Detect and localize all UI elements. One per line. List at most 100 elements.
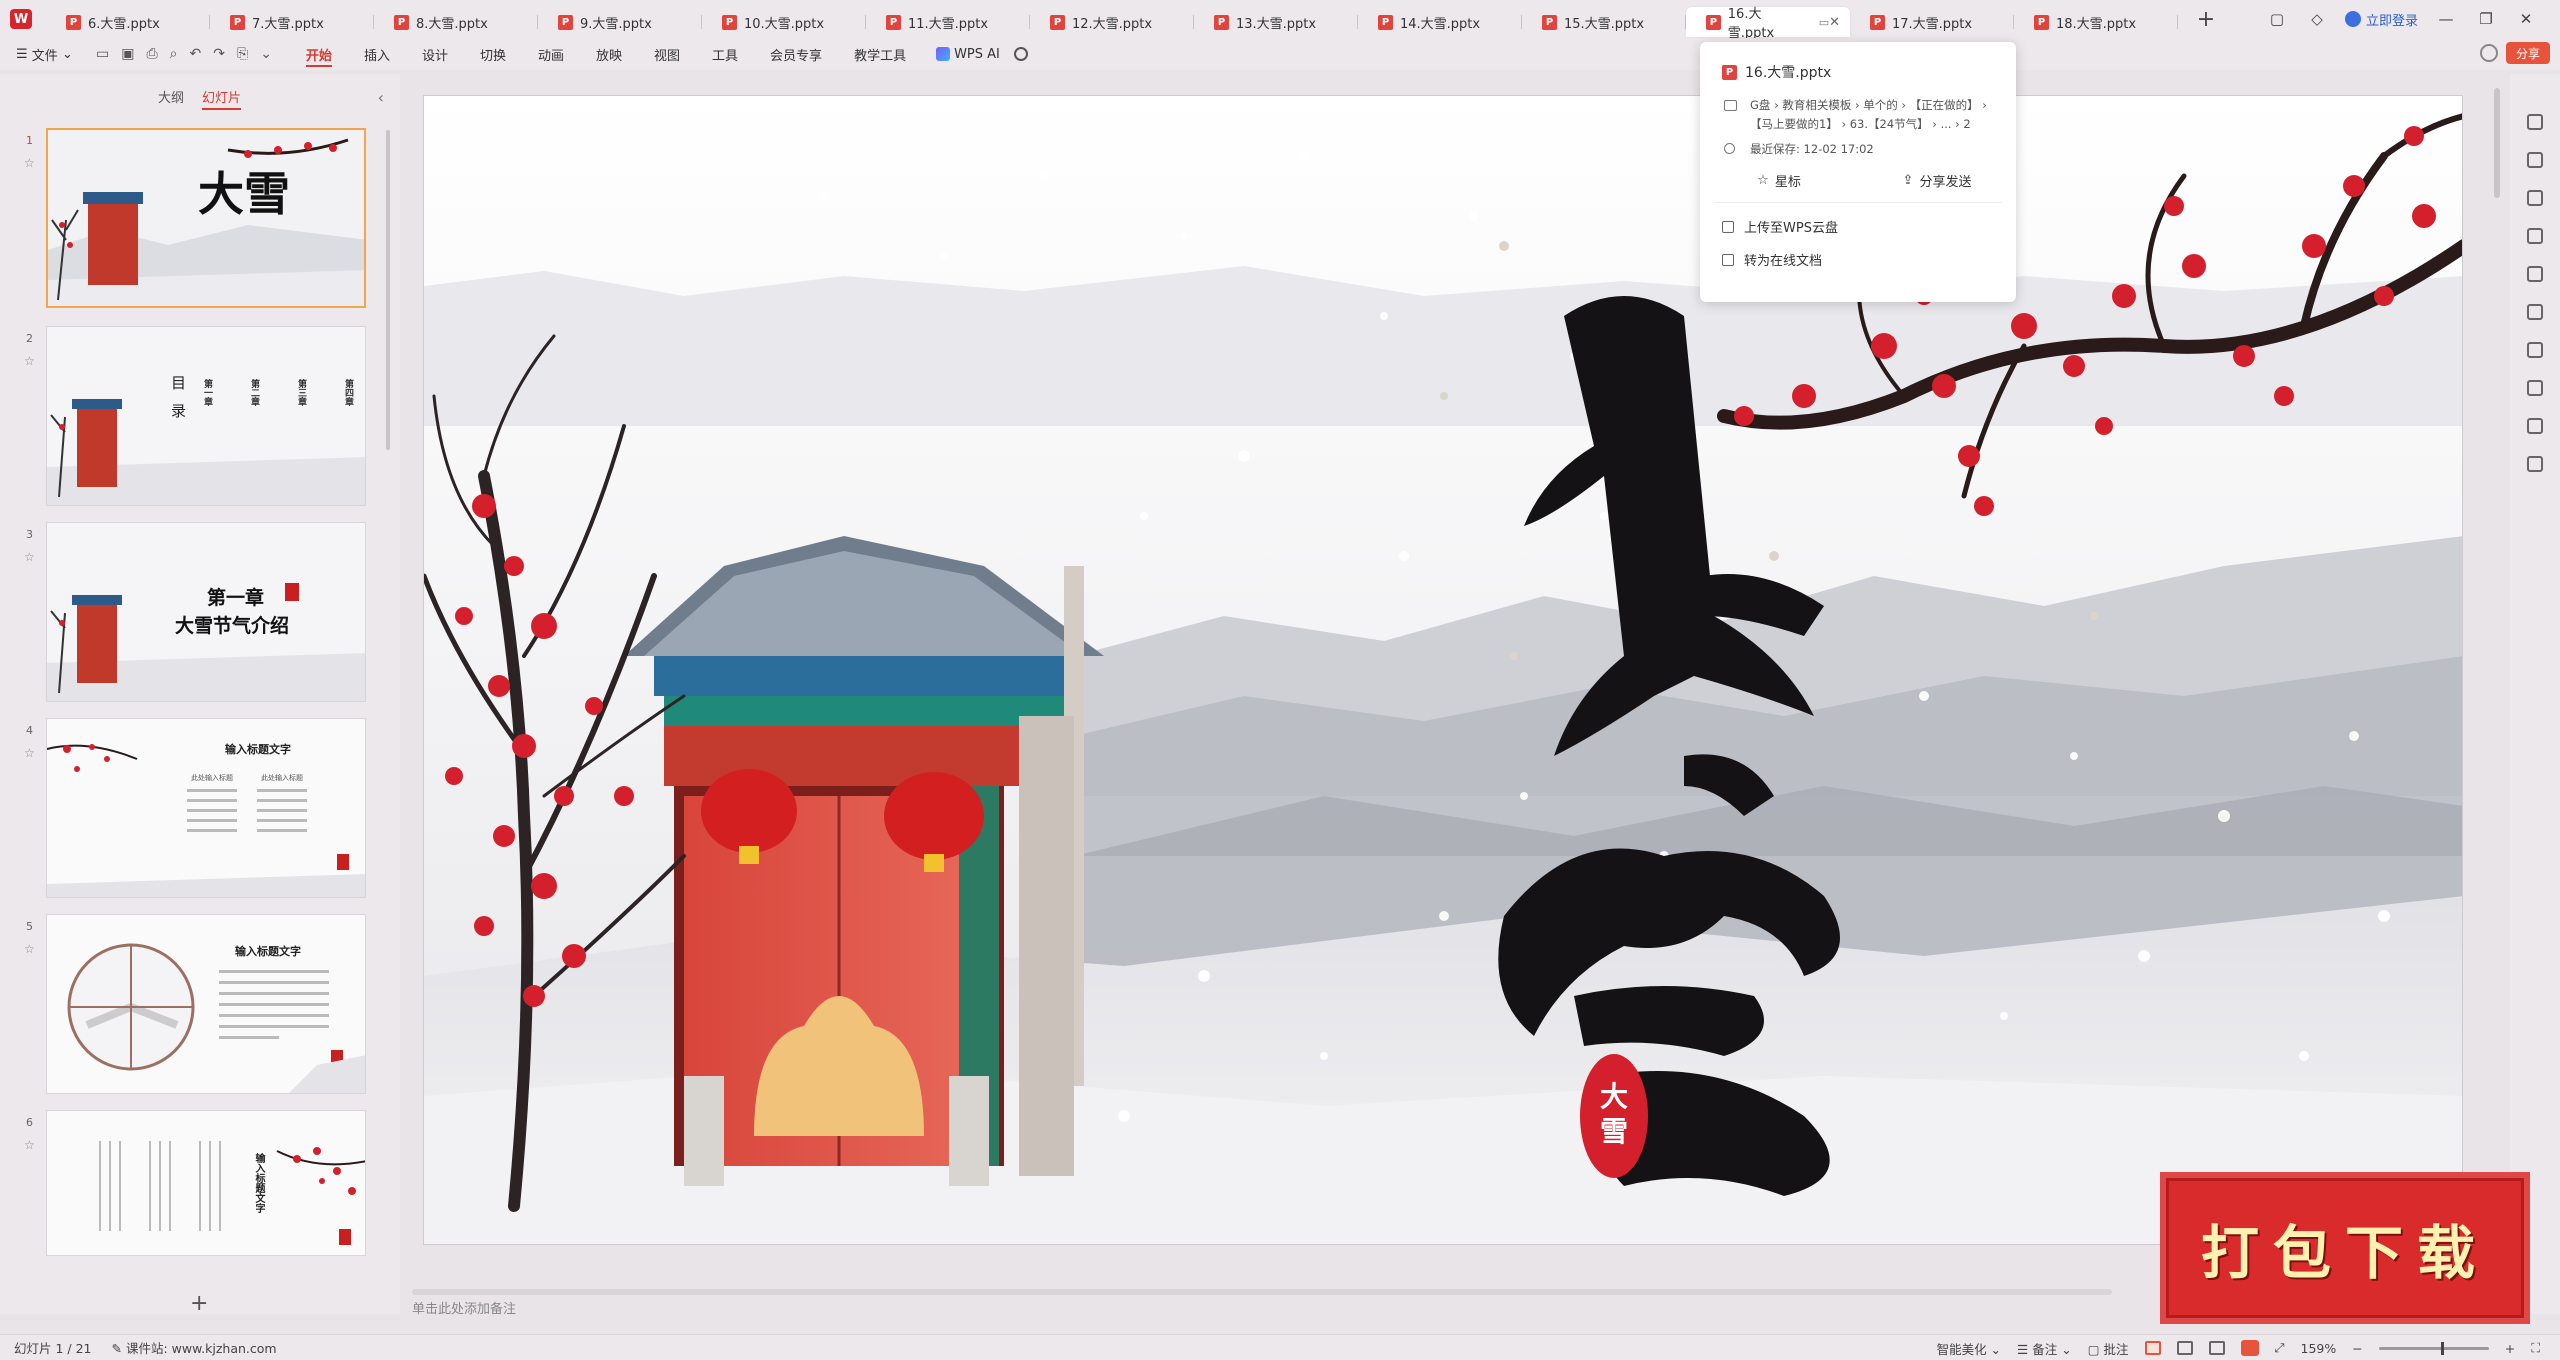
slide-6-preview bbox=[47, 1111, 365, 1255]
star-icon[interactable]: ☆ bbox=[24, 354, 35, 368]
share-send-button[interactable]: ⇪ 分享发送 bbox=[1858, 171, 2016, 190]
format-painter-icon[interactable]: ⎘ bbox=[237, 46, 248, 62]
normal-view-icon[interactable] bbox=[2144, 1341, 2161, 1355]
tab-label: 6.大雪.pptx bbox=[88, 16, 160, 32]
star-icon[interactable]: ☆ bbox=[24, 1138, 35, 1152]
tab-16-大雪-pptx[interactable]: P 16.大雪.pptx ▭ ✕ bbox=[1686, 7, 1850, 41]
menu-tab[interactable]: 插入 bbox=[348, 38, 406, 70]
comments-button[interactable]: ▢ 批注 bbox=[2088, 1339, 2129, 1358]
monitor-icon[interactable]: ▭ bbox=[1819, 16, 1829, 29]
tab-8-大雪-pptx[interactable]: P 8.大雪.pptx bbox=[374, 7, 538, 37]
tab-14-大雪-pptx[interactable]: P 14.大雪.pptx bbox=[1358, 7, 1522, 37]
search-icon[interactable] bbox=[1013, 47, 1028, 61]
fit-window-icon[interactable]: ⤢ bbox=[2275, 1340, 2285, 1356]
editor-vertical-scrollbar[interactable] bbox=[2494, 88, 2500, 198]
tab-9-大雪-pptx[interactable]: P 9.大雪.pptx bbox=[538, 7, 702, 37]
notes-area[interactable]: 单击此处添加备注 bbox=[400, 1296, 2300, 1318]
help-icon[interactable] bbox=[2527, 418, 2543, 434]
tab-10-大雪-pptx[interactable]: P 10.大雪.pptx bbox=[702, 7, 866, 37]
star-icon[interactable]: ☆ bbox=[24, 942, 35, 956]
convert-online-doc-item[interactable]: 转为在线文档 bbox=[1700, 236, 2016, 269]
share-button[interactable]: 分享 bbox=[2505, 42, 2550, 64]
file-menu[interactable]: ☰ 文件 ⌄ bbox=[0, 45, 96, 64]
print-icon[interactable]: ⎙ bbox=[146, 46, 157, 62]
tab-slides[interactable]: 幻灯片 bbox=[202, 84, 242, 110]
menu-tab[interactable]: 开始 bbox=[290, 38, 348, 70]
play-slideshow-icon[interactable] bbox=[2240, 1340, 2259, 1356]
restore-button[interactable]: ❐ bbox=[2474, 10, 2498, 28]
menu-tab[interactable]: 工具 bbox=[696, 38, 754, 70]
tab-11-大雪-pptx[interactable]: P 11.大雪.pptx bbox=[866, 7, 1030, 37]
favorite-icon[interactable] bbox=[2527, 190, 2543, 206]
star-icon[interactable]: ☆ bbox=[24, 550, 35, 564]
package-download-banner[interactable]: 打包下载 bbox=[2160, 1172, 2530, 1324]
copy-icon[interactable] bbox=[2527, 228, 2543, 244]
menu-tab[interactable]: 动画 bbox=[522, 38, 580, 70]
new-file-icon[interactable]: ▭ bbox=[96, 46, 109, 62]
menu-tab[interactable]: 设计 bbox=[406, 38, 464, 70]
star-icon[interactable]: ☆ bbox=[24, 746, 35, 760]
zoom-in-icon[interactable]: + bbox=[2505, 1341, 2515, 1356]
tab-6-大雪-pptx[interactable]: P 6.大雪.pptx bbox=[46, 7, 210, 37]
book-icon[interactable] bbox=[2527, 342, 2543, 358]
popup-path[interactable]: G盘 › 教育相关模板 › 单个的 › 【正在做的】 › 【马上要做的1】 › 6… bbox=[1700, 82, 2016, 134]
close-window-button[interactable]: ✕ bbox=[2514, 10, 2538, 28]
menu-tab[interactable]: 教学工具 bbox=[838, 38, 922, 70]
wps-logo[interactable]: W bbox=[0, 0, 42, 38]
document-tab-bar: W P 6.大雪.pptx P 7.大雪.pptx P 8.大雪.pptx P 9.大雪.pp… bbox=[0, 0, 2560, 41]
zoom-slider-handle[interactable] bbox=[2440, 1341, 2444, 1355]
login-link[interactable]: 立即登录 bbox=[2344, 10, 2418, 29]
print-preview-icon[interactable]: ⌕ bbox=[170, 46, 178, 62]
star-icon[interactable]: ☆ bbox=[24, 156, 35, 170]
tab-7-大雪-pptx[interactable]: P 7.大雪.pptx bbox=[210, 7, 374, 37]
star-button[interactable]: ☆ 星标 bbox=[1700, 171, 1858, 190]
cloud-sync-icon[interactable] bbox=[2479, 44, 2498, 62]
upload-wps-cloud-item[interactable]: 上传至WPS云盘 bbox=[1700, 203, 2016, 236]
notes-button[interactable]: ☰ 备注 ⌄ bbox=[2017, 1339, 2072, 1358]
add-slide-button[interactable]: + bbox=[190, 1291, 208, 1316]
slide-thumbnail-2[interactable]: 目录 第一章 第二章 第三章 第四章 bbox=[46, 326, 366, 506]
tab-list-icon[interactable]: ▢ bbox=[2265, 10, 2289, 28]
slide-canvas[interactable]: 大雪 大 雪 bbox=[423, 95, 2463, 1245]
slide-thumbnail-3[interactable]: 第一章 大雪节气介绍 bbox=[46, 522, 366, 702]
zoom-level[interactable]: 159% bbox=[2301, 1341, 2337, 1356]
save-icon[interactable]: ▣ bbox=[121, 46, 134, 62]
tab-12-大雪-pptx[interactable]: P 12.大雪.pptx bbox=[1030, 7, 1194, 37]
slide-thumbnail-1[interactable]: 大雪 bbox=[46, 128, 366, 308]
menu-tab[interactable]: 会员专享 bbox=[754, 38, 838, 70]
new-tab-button[interactable]: + bbox=[2186, 4, 2226, 34]
close-tab-icon[interactable]: ✕ bbox=[1829, 15, 1840, 30]
shirt-icon[interactable] bbox=[2527, 380, 2543, 396]
thumbnail-scrollbar[interactable] bbox=[386, 130, 390, 450]
package-icon[interactable]: ◇ bbox=[2305, 10, 2329, 28]
more-icon[interactable]: ⌄ bbox=[260, 46, 272, 62]
slide-thumbnail-4[interactable]: 输入标题文字 此处输入标题 此处输入标题 bbox=[46, 718, 366, 898]
image-icon[interactable] bbox=[2527, 266, 2543, 282]
undo-icon[interactable]: ↶ bbox=[190, 46, 202, 62]
menu-tab[interactable]: 切换 bbox=[464, 38, 522, 70]
smart-beautify-button[interactable]: 智能美化 ⌄ bbox=[1937, 1339, 2001, 1358]
tab-17-大雪-pptx[interactable]: P 17.大雪.pptx bbox=[1850, 7, 2014, 37]
wps-ai-button[interactable]: WPS AI bbox=[922, 47, 1000, 62]
animation-icon[interactable] bbox=[2527, 152, 2543, 168]
more-options-icon[interactable] bbox=[2527, 456, 2543, 472]
slide-thumbnail-6[interactable]: 输入标题文字 bbox=[46, 1110, 366, 1256]
minimize-button[interactable]: — bbox=[2434, 10, 2458, 28]
properties-icon[interactable] bbox=[2527, 114, 2543, 130]
tab-13-大雪-pptx[interactable]: P 13.大雪.pptx bbox=[1194, 7, 1358, 37]
collapse-panel-icon[interactable]: ‹ bbox=[378, 88, 384, 107]
tab-18-大雪-pptx[interactable]: P 18.大雪.pptx bbox=[2014, 7, 2178, 37]
fullscreen-icon[interactable]: ⛶ bbox=[2531, 1340, 2540, 1356]
slide-thumbnail-5[interactable]: 输入标题文字 bbox=[46, 914, 366, 1094]
menu-tab[interactable]: 放映 bbox=[580, 38, 638, 70]
tab-outline[interactable]: 大纲 bbox=[158, 84, 184, 108]
tools-icon[interactable] bbox=[2527, 304, 2543, 320]
menu-tab[interactable]: 视图 bbox=[638, 38, 696, 70]
zoom-out-icon[interactable]: − bbox=[2352, 1341, 2362, 1356]
redo-icon[interactable]: ↷ bbox=[213, 46, 225, 62]
reading-view-icon[interactable] bbox=[2208, 1341, 2225, 1355]
slide-sorter-icon[interactable] bbox=[2176, 1341, 2193, 1355]
zoom-slider[interactable] bbox=[2378, 1341, 2489, 1355]
tab-15-大雪-pptx[interactable]: P 15.大雪.pptx bbox=[1522, 7, 1686, 37]
editor-horizontal-scrollbar[interactable] bbox=[412, 1289, 2112, 1295]
